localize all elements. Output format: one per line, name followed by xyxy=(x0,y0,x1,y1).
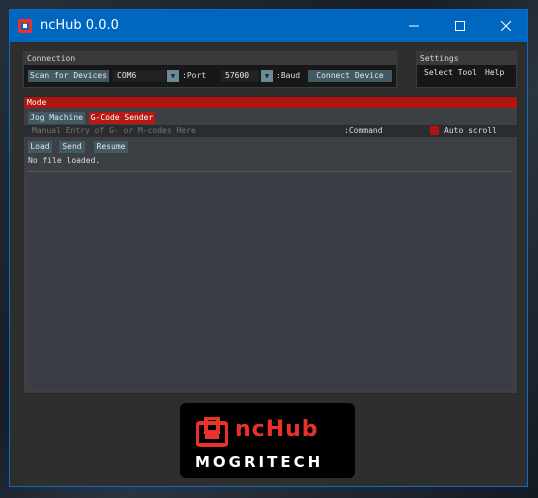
file-status-text: No file loaded. xyxy=(28,156,101,165)
connection-panel: Connection Scan for Devices COM6 ▼ :Port… xyxy=(23,51,397,88)
baud-select[interactable]: 57600 xyxy=(221,70,259,82)
baud-label: :Baud xyxy=(276,71,301,80)
tab-gcode-sender[interactable]: G-Code Sender xyxy=(89,112,155,124)
window-title: ncHub 0.0.0 xyxy=(40,18,119,33)
menu-item-help[interactable]: Help xyxy=(485,68,504,78)
port-select[interactable]: COM6 xyxy=(113,70,166,82)
command-label: :Command xyxy=(344,126,383,135)
logo-company-name: MOGRITECH xyxy=(195,453,324,471)
resume-button[interactable]: Resume xyxy=(94,141,128,153)
tab-jog-machine[interactable]: Jog Machine xyxy=(28,112,85,124)
file-content-area[interactable] xyxy=(28,171,513,389)
app-window: ncHub 0.0.0 Connection Scan for Devices … xyxy=(9,9,528,487)
load-button[interactable]: Load xyxy=(28,141,52,153)
maximize-button[interactable] xyxy=(437,10,483,42)
maximize-icon xyxy=(455,21,465,31)
close-icon xyxy=(501,21,511,31)
settings-title: Settings xyxy=(417,52,516,65)
settings-panel: Settings Select Tool Help xyxy=(416,51,517,88)
menu-item-select-tool[interactable]: Select Tool xyxy=(424,68,477,78)
connection-title: Connection xyxy=(24,52,396,65)
send-button[interactable]: Send xyxy=(59,141,85,153)
company-logo: ncHub MOGRITECH xyxy=(180,403,355,478)
autoscroll-label: Auto scroll xyxy=(444,126,497,135)
app-logo-icon xyxy=(18,19,32,33)
scan-devices-button[interactable]: Scan for Devices xyxy=(28,70,109,82)
mode-panel: Mode Jog Machine G-Code Sender :Command … xyxy=(23,96,518,394)
port-dropdown-chevron-down-icon[interactable]: ▼ xyxy=(167,70,179,82)
port-label: :Port xyxy=(182,71,207,80)
title-bar[interactable]: ncHub 0.0.0 xyxy=(10,10,527,42)
command-input[interactable] xyxy=(28,125,340,137)
connect-device-button[interactable]: Connect Device xyxy=(308,70,392,82)
baud-dropdown-chevron-down-icon[interactable]: ▼ xyxy=(261,70,273,82)
logo-product-name: ncHub xyxy=(235,417,319,442)
autoscroll-checkbox[interactable] xyxy=(430,126,439,135)
mode-title: Mode xyxy=(24,97,517,108)
minimize-button[interactable] xyxy=(391,10,437,42)
nchub-logo-icon xyxy=(196,417,228,447)
close-button[interactable] xyxy=(483,10,529,42)
minimize-icon xyxy=(409,25,419,27)
